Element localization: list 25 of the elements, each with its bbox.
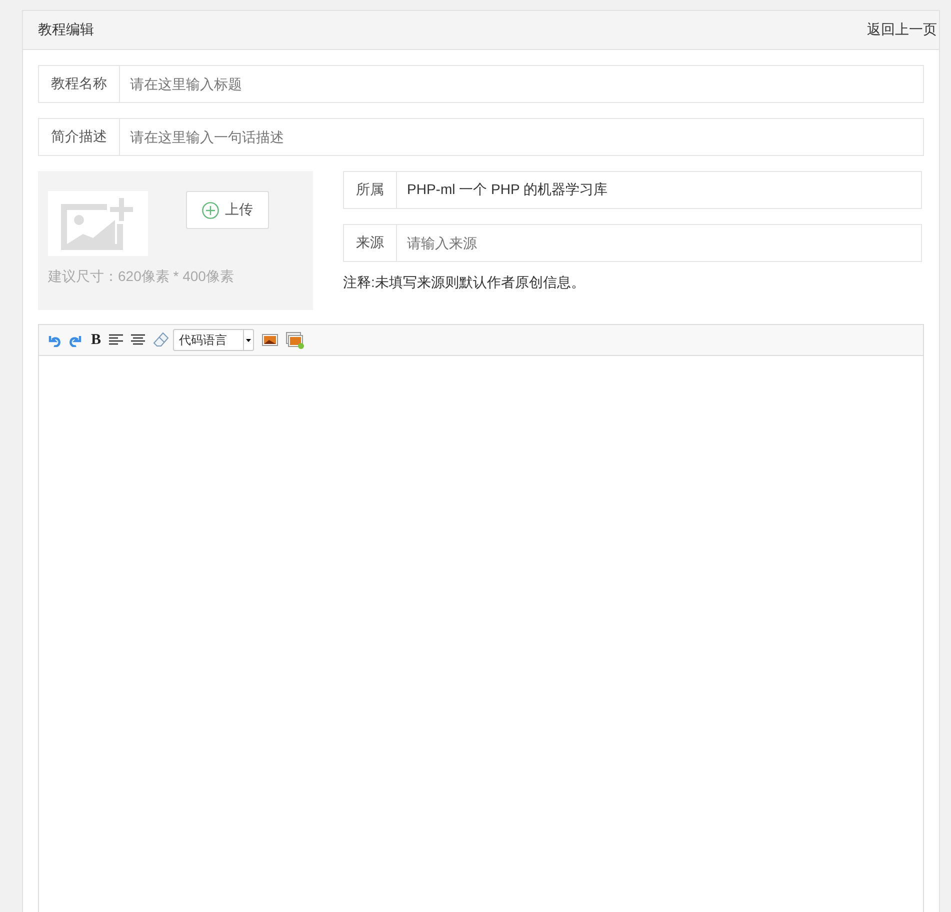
upload-button[interactable]: 上传	[186, 191, 269, 229]
input-field[interactable]: 请在这里输入标题	[119, 65, 924, 103]
redo-icon[interactable]	[69, 333, 83, 347]
language-select[interactable]: 代码语言	[173, 329, 254, 351]
eraser-icon[interactable]	[153, 332, 170, 348]
align-left-icon[interactable]	[109, 334, 124, 346]
plus-circle-icon	[202, 202, 219, 218]
field-label: 简介描述	[38, 118, 119, 156]
input-field[interactable]: 请输入来源	[396, 224, 922, 262]
input-field[interactable]: 请在这里输入一句话描述	[119, 118, 924, 156]
image-icon[interactable]	[262, 334, 278, 346]
caret-icon	[246, 338, 252, 342]
gallery-icon[interactable]	[286, 332, 304, 348]
field-label: 来源	[343, 224, 396, 262]
undo-icon[interactable]	[47, 333, 61, 347]
size-hint: 建议尺寸：620像素 * 400像素	[48, 268, 235, 286]
input-field[interactable]: PHP-ml 一个 PHP 的机器学习库	[396, 171, 922, 209]
add-image-icon	[61, 198, 135, 250]
align-center-icon[interactable]	[131, 334, 146, 346]
note-text: 注释:未填写来源则默认作者原创信息。	[343, 274, 586, 292]
field-label: 所属	[343, 171, 396, 209]
panel-title: 教程编辑	[38, 21, 94, 39]
field-label: 教程名称	[38, 65, 119, 103]
back-link[interactable]: 返回上一页	[867, 21, 939, 39]
bold-button[interactable]: B	[91, 332, 102, 348]
